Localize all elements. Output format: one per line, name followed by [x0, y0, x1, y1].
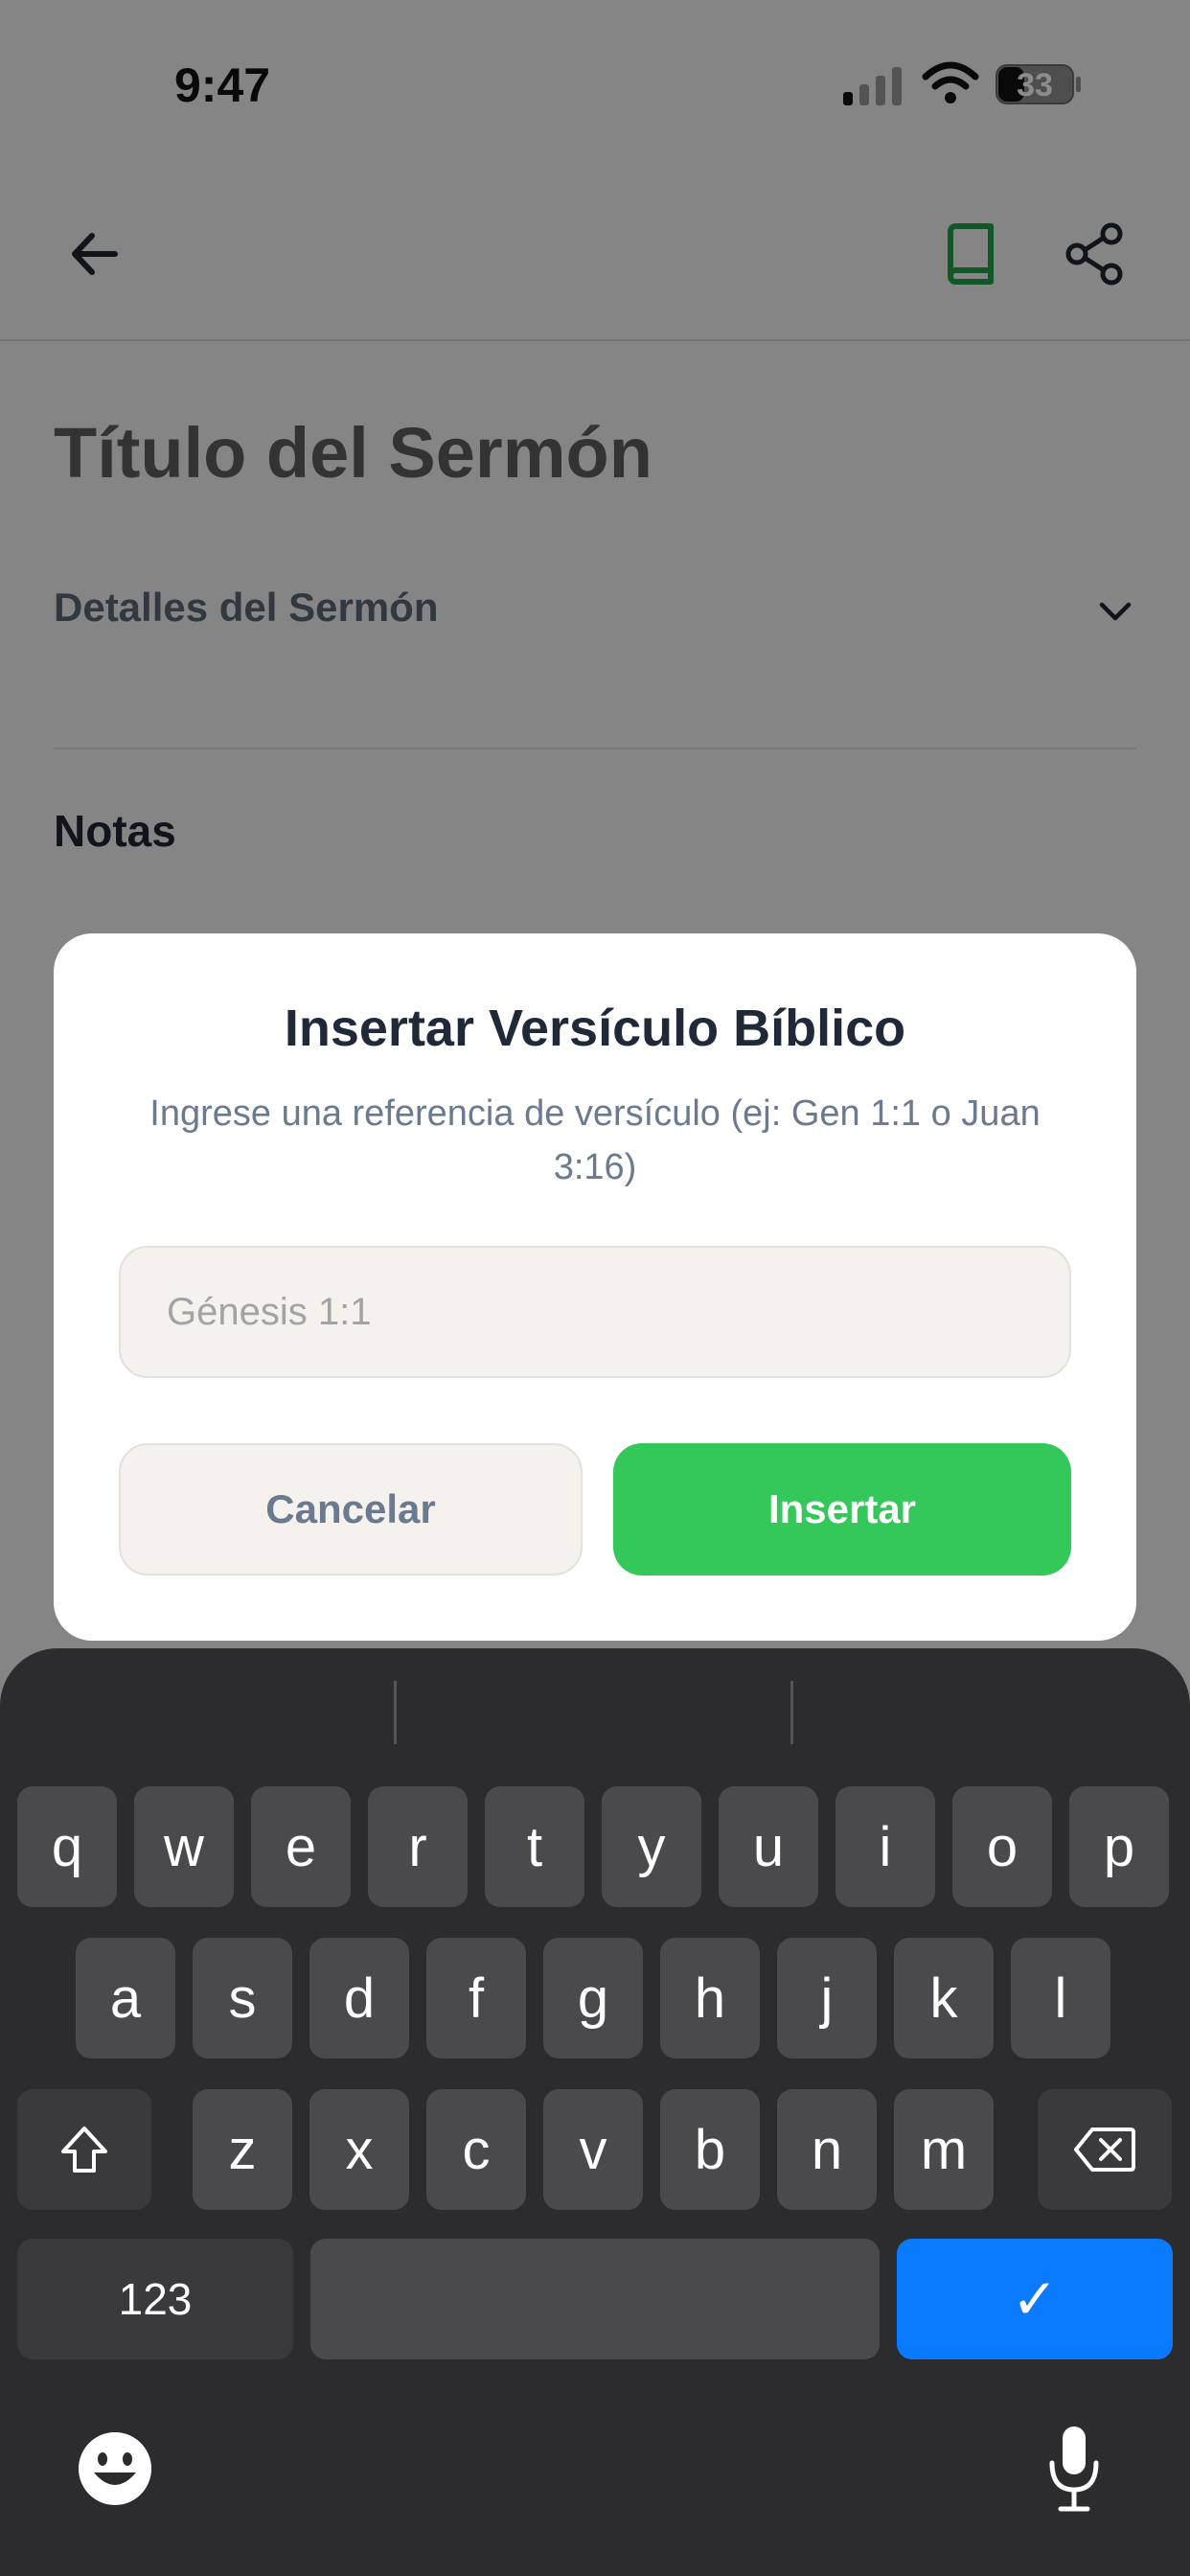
key-i[interactable]: i: [835, 1786, 935, 1907]
key-h[interactable]: h: [660, 1938, 760, 2058]
space-key[interactable]: [310, 2239, 880, 2359]
key-e[interactable]: e: [251, 1786, 351, 1907]
key-j[interactable]: j: [777, 1938, 877, 2058]
key-n[interactable]: n: [777, 2089, 877, 2210]
key-o[interactable]: o: [952, 1786, 1052, 1907]
shift-key[interactable]: [17, 2089, 151, 2210]
shift-icon: [61, 2127, 107, 2173]
done-key[interactable]: ✓: [897, 2239, 1173, 2359]
key-w[interactable]: w: [134, 1786, 234, 1907]
backspace-icon: [1074, 2128, 1135, 2172]
key-s[interactable]: s: [193, 1938, 292, 2058]
keyboard: q w e r t y u i o p a s d f g h j k l z …: [0, 1648, 1190, 2576]
key-m[interactable]: m: [894, 2089, 994, 2210]
key-k[interactable]: k: [894, 1938, 994, 2058]
backspace-key[interactable]: [1038, 2089, 1172, 2210]
key-l[interactable]: l: [1011, 1938, 1110, 2058]
key-t[interactable]: t: [485, 1786, 584, 1907]
insert-verse-dialog: Insertar Versículo Bíblico Ingrese una r…: [54, 933, 1136, 1641]
suggestion-divider: [394, 1681, 397, 1744]
key-z[interactable]: z: [193, 2089, 292, 2210]
key-f[interactable]: f: [426, 1938, 526, 2058]
key-y[interactable]: y: [602, 1786, 701, 1907]
key-a[interactable]: a: [76, 1938, 175, 2058]
key-x[interactable]: x: [309, 2089, 409, 2210]
insert-button[interactable]: Insertar: [613, 1443, 1071, 1576]
key-q[interactable]: q: [17, 1786, 117, 1907]
key-g[interactable]: g: [543, 1938, 643, 2058]
dialog-title: Insertar Versículo Bíblico: [284, 1000, 906, 1057]
key-u[interactable]: u: [719, 1786, 818, 1907]
key-b[interactable]: b: [660, 2089, 760, 2210]
emoji-icon[interactable]: [75, 2428, 155, 2509]
suggestion-divider: [790, 1681, 793, 1744]
key-d[interactable]: d: [309, 1938, 409, 2058]
key-p[interactable]: p: [1069, 1786, 1169, 1907]
verse-reference-input[interactable]: [119, 1246, 1071, 1378]
cancel-button[interactable]: Cancelar: [119, 1443, 583, 1576]
microphone-icon[interactable]: [1046, 2423, 1102, 2515]
key-r[interactable]: r: [368, 1786, 468, 1907]
key-v[interactable]: v: [543, 2089, 643, 2210]
numbers-key[interactable]: 123: [17, 2239, 293, 2359]
key-c[interactable]: c: [426, 2089, 526, 2210]
dialog-subtitle: Ingrese una referencia de versículo (ej:…: [149, 1093, 1041, 1187]
